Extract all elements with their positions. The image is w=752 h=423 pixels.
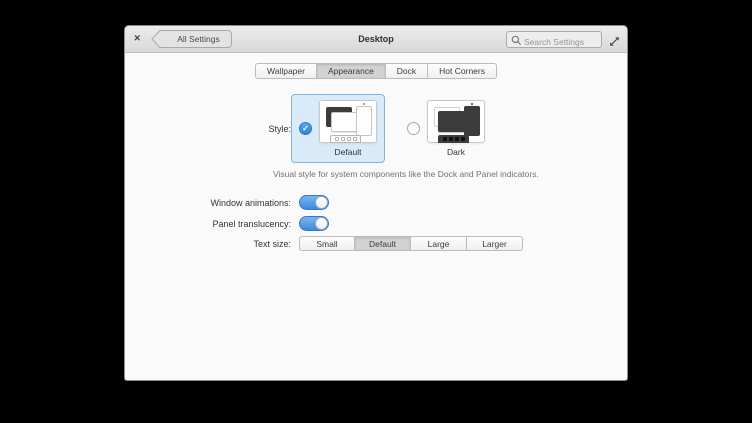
style-option-label: Default [335, 147, 362, 157]
default-style-preview [319, 100, 377, 143]
panel-translucency-toggle[interactable] [299, 216, 329, 231]
style-default-preview-group: Default [319, 100, 377, 157]
preview-panel [356, 106, 372, 136]
window-animations-toggle[interactable] [299, 195, 329, 210]
preview-front-window [331, 112, 359, 132]
settings-window: × All Settings Desktop Wal [124, 25, 628, 381]
style-label: Style: [125, 124, 291, 134]
tab-dock[interactable]: Dock [386, 63, 428, 79]
window-animations-label: Window animations: [125, 198, 291, 208]
text-size-row: Text size: Small Default Large Larger [125, 236, 627, 251]
preview-dock [330, 135, 361, 143]
maximize-icon[interactable] [609, 34, 620, 45]
tab-wallpaper[interactable]: Wallpaper [255, 63, 317, 79]
radio-unchecked-icon[interactable] [407, 122, 420, 135]
style-option-dark[interactable]: Dark [399, 94, 493, 163]
dark-style-preview [427, 100, 485, 143]
style-row: Style: ✓ Default [125, 94, 627, 163]
preview-panel [464, 106, 480, 136]
window-animations-row: Window animations: [125, 195, 627, 210]
text-size-small[interactable]: Small [299, 236, 355, 251]
preview-dock [438, 135, 469, 143]
tab-appearance[interactable]: Appearance [317, 63, 386, 79]
toggle-knob [315, 196, 328, 209]
style-description: Visual style for system components like … [273, 169, 627, 179]
tab-bar: Wallpaper Appearance Dock Hot Corners [125, 63, 627, 79]
panel-translucency-label: Panel translucency: [125, 219, 291, 229]
search-icon [511, 35, 522, 46]
search-field[interactable] [506, 31, 602, 48]
titlebar[interactable]: × All Settings Desktop [125, 26, 627, 53]
style-option-default[interactable]: ✓ Default [291, 94, 385, 163]
tab-hot-corners[interactable]: Hot Corners [428, 63, 497, 79]
text-size-default[interactable]: Default [355, 236, 411, 251]
radio-checked-icon[interactable]: ✓ [299, 122, 312, 135]
style-options: ✓ Default [291, 94, 493, 163]
preview-indicator-dot [363, 103, 365, 105]
style-option-label: Dark [447, 147, 465, 157]
preview-indicator-dot [471, 103, 473, 105]
desktop-settings-content: Wallpaper Appearance Dock Hot Corners St… [125, 53, 627, 251]
text-size-larger[interactable]: Larger [467, 236, 523, 251]
text-size-segmented-control: Small Default Large Larger [299, 236, 523, 251]
text-size-large[interactable]: Large [411, 236, 467, 251]
panel-translucency-row: Panel translucency: [125, 216, 627, 231]
style-dark-preview-group: Dark [427, 100, 485, 157]
toggle-knob [315, 217, 328, 230]
text-size-label: Text size: [125, 239, 291, 249]
